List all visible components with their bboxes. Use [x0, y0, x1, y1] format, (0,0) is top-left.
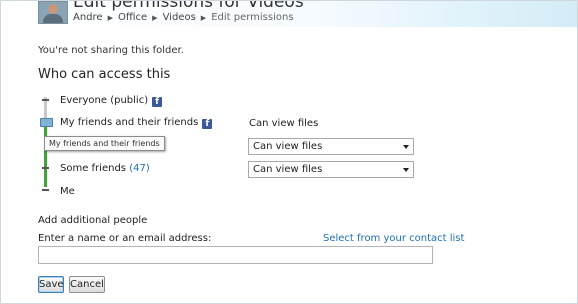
who-can-access-heading: Who can access this: [38, 67, 171, 82]
slider-tooltip: My friends and their friends: [44, 136, 165, 151]
dropdown-value: Can view files: [253, 141, 323, 152]
level-me[interactable]: Me: [60, 186, 75, 197]
dropdown-arrow-icon: [403, 168, 409, 172]
slider-tick: [42, 99, 49, 101]
edit-permissions-page: Edit permissions for Videos Andre ▶ Office…: [0, 0, 578, 304]
dropdown-arrow-icon: [403, 145, 409, 149]
avatar-head: [48, 4, 58, 14]
breadcrumb-arrow-icon: ▶: [152, 13, 158, 22]
level-label: My friends and their friends: [60, 117, 199, 128]
breadcrumb-office[interactable]: Office: [118, 12, 147, 23]
name-input-label: Enter a name or an email address:: [38, 233, 212, 244]
permission-label: Can view files: [249, 118, 319, 129]
slider-tick: [42, 189, 49, 191]
select-contacts-link[interactable]: Select from your contact list: [323, 233, 464, 244]
name-email-input[interactable]: [38, 246, 433, 264]
breadcrumb-andre[interactable]: Andre: [73, 12, 103, 23]
level-label: Me: [60, 186, 75, 197]
level-label: Everyone (public): [60, 95, 149, 106]
slider-tick: [42, 167, 49, 169]
permission-dropdown-1[interactable]: Can view files: [248, 138, 414, 155]
dropdown-value: Can view files: [253, 164, 323, 175]
save-button[interactable]: Save: [38, 276, 64, 293]
breadcrumb-current: Edit permissions: [211, 12, 294, 23]
level-label: Some friends: [60, 163, 126, 174]
add-people-heading: Add additional people: [38, 215, 148, 226]
avatar-body: [43, 14, 63, 23]
page-header: Edit permissions for Videos Andre ▶ Office…: [1, 1, 577, 27]
level-some-friends[interactable]: Some friends (47): [60, 163, 150, 174]
sharing-notice: You're not sharing this folder.: [38, 45, 184, 56]
breadcrumb-arrow-icon: ▶: [200, 13, 207, 22]
cancel-button[interactable]: Cancel: [69, 276, 105, 293]
breadcrumb-videos[interactable]: Videos: [163, 12, 196, 23]
facebook-icon: f: [152, 97, 163, 107]
facebook-icon: f: [202, 119, 213, 129]
level-friends-of-friends[interactable]: My friends and their friends f: [60, 117, 213, 129]
slider-track-active: [44, 118, 47, 187]
breadcrumb-arrow-icon: ▶: [107, 13, 113, 22]
slider-handle[interactable]: [40, 118, 53, 127]
avatar: [38, 1, 68, 24]
level-everyone[interactable]: Everyone (public) f: [60, 95, 163, 107]
friend-count-link[interactable]: (47): [129, 163, 150, 174]
page-title: Edit permissions for Videos: [73, 0, 304, 12]
breadcrumb: Andre ▶ Office ▶ Videos ▶ Edit permissions: [73, 12, 294, 24]
permission-dropdown-2[interactable]: Can view files: [248, 161, 414, 178]
